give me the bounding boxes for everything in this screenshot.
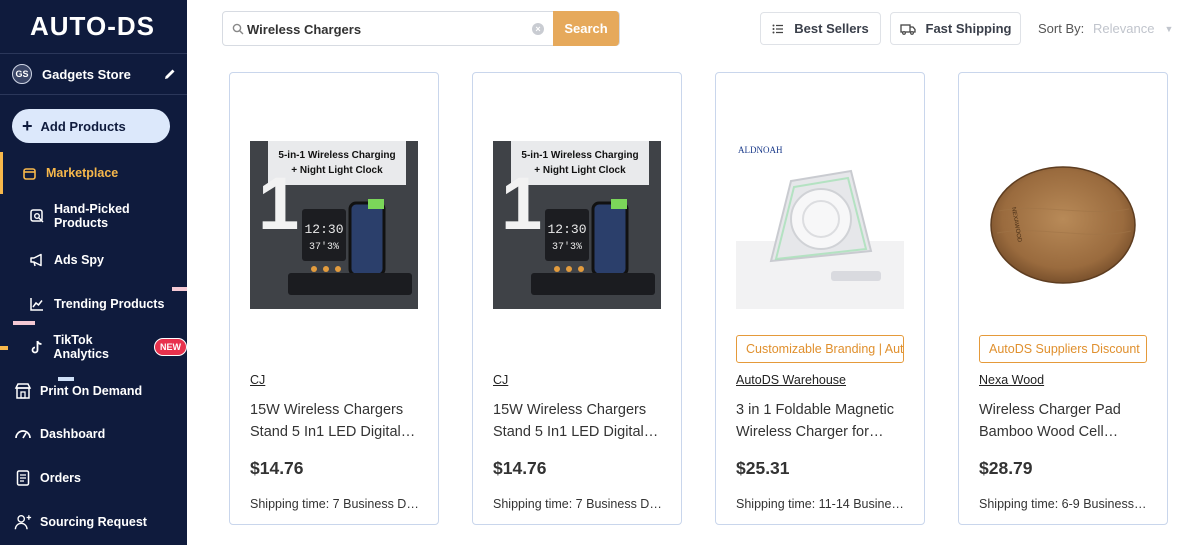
trend-chart-icon [28,295,46,313]
supplier-link[interactable]: CJ [250,373,265,387]
shipping-time: Shipping time: 7 Business Days [493,497,663,511]
sidebar-item-print-on-demand[interactable]: Print On Demand [0,377,187,405]
image-headline: 5-in-1 Wireless Charging [278,150,395,161]
chevron-down-icon: ▼ [1164,23,1174,34]
megaphone-icon [28,251,46,269]
product-price: $25.31 [736,458,790,478]
product-image[interactable]: ALDNOAH [736,141,904,309]
product-image[interactable]: 1 5-in-1 Wireless Charging + Night Light… [250,141,418,309]
image-clock-secondary: 37'3% [309,241,339,253]
product-card[interactable]: NEXAWOOD AutoDS Suppliers Discount Nexa … [958,72,1168,525]
sourcing-user-icon [14,513,32,531]
store-avatar: GS [12,64,32,84]
supplier-link[interactable]: AutoDS Warehouse [736,373,846,387]
fast-shipping-filter[interactable]: Fast Shipping [890,12,1021,45]
supplier-link[interactable]: CJ [493,373,508,387]
sidebar-item-orders[interactable]: Orders [0,464,187,492]
image-headline: 5-in-1 Wireless Charging [521,150,638,161]
sidebar-item-label: Trending Products [54,297,165,311]
new-badge: NEW [154,338,187,356]
product-price: $14.76 [493,458,547,478]
shipping-time: Shipping time: 11-14 Business Days [736,497,906,511]
image-clock-secondary: 37'3% [552,241,582,253]
fast-shipping-label: Fast Shipping [925,21,1012,36]
image-clock: 12:30 [547,222,586,237]
image-subheadline: + Night Light Clock [291,165,383,176]
sidebar-item-label: Ads Spy [54,253,105,267]
sort-by-label: Sort By: [1038,21,1085,36]
best-sellers-filter[interactable]: Best Sellers [760,12,881,45]
decorative-mark [172,287,187,291]
sort-select[interactable]: Relevance ▼ [1093,21,1173,36]
search-button[interactable]: Search [553,11,619,46]
decorative-mark [58,377,74,381]
product-tag: AutoDS Suppliers Discount [979,335,1147,363]
app-window: AUTO-DS GS Gadgets Store + Add Products … [0,0,1200,545]
sort-select-value: Relevance [1093,21,1155,36]
print-store-icon [14,382,32,400]
search-icon [232,23,244,35]
sidebar: AUTO-DS GS Gadgets Store + Add Products … [0,0,187,545]
sidebar-item-marketplace[interactable]: Marketplace [0,159,187,187]
store-icon [20,164,38,182]
product-title[interactable]: Wireless Charger Pad Bamboo Wood Cell Ph… [979,400,1147,443]
search-input[interactable] [247,18,537,40]
product-title[interactable]: 15W Wireless Chargers Stand 5 In1 LED Di… [493,400,661,443]
image-brand: ALDNOAH [738,145,783,155]
best-sellers-label: Best Sellers [794,21,869,36]
list-icon [772,23,784,35]
tiktok-icon [28,338,45,356]
hand-picked-icon [28,207,46,225]
sidebar-item-hand-picked-products[interactable]: Hand-Picked Products [0,202,187,230]
product-title[interactable]: 15W Wireless Chargers Stand 5 In1 LED Di… [250,400,418,443]
decorative-mark [13,321,35,325]
sidebar-item-trending-products[interactable]: Trending Products [0,290,187,318]
add-products-button[interactable]: + Add Products [12,109,170,143]
sidebar-item-ads-spy[interactable]: Ads Spy [0,246,187,274]
sidebar-item-label: Hand-Picked Products [53,202,130,230]
sidebar-divider [0,53,187,54]
product-image[interactable]: 1 5-in-1 Wireless Charging + Night Light… [493,141,661,309]
store-name: Gadgets Store [42,66,131,82]
sidebar-item-label: Dashboard [40,427,106,441]
product-image[interactable]: NEXAWOOD [979,141,1147,309]
product-card[interactable]: 1 5-in-1 Wireless Charging + Night Light… [472,72,682,525]
sidebar-item-label: Marketplace [46,166,119,180]
clipboard-icon [14,469,32,487]
product-price: $28.79 [979,458,1033,478]
store-selector[interactable]: GS Gadgets Store [12,64,177,84]
product-title[interactable]: 3 in 1 Foldable Magnetic Wireless Charge… [736,400,904,443]
sidebar-item-label: Sourcing Request [40,515,147,529]
shipping-time: Shipping time: 6-9 Business Days [979,497,1149,511]
shipping-time: Shipping time: 7 Business Days [250,497,420,511]
gauge-icon [14,425,32,443]
clear-search-icon[interactable]: × [532,23,544,35]
sidebar-item-dashboard[interactable]: Dashboard [0,420,187,448]
sidebar-item-label: Orders [40,471,81,485]
sidebar-item-tiktok-analytics[interactable]: TikTok Analytics NEW [0,333,187,361]
sidebar-divider [0,94,187,95]
product-card[interactable]: 1 5-in-1 Wireless Charging + Night Light… [229,72,439,525]
truck-icon [899,23,916,35]
supplier-link[interactable]: Nexa Wood [979,373,1044,387]
image-clock: 12:30 [304,222,343,237]
sidebar-item-label: Print On Demand [40,384,143,398]
product-card[interactable]: ALDNOAH Customizable Branding | AutoDS A… [715,72,925,525]
product-tag: Customizable Branding | AutoDS [736,335,904,363]
plus-icon: + [22,116,33,136]
decorative-mark [0,346,8,350]
image-subheadline: + Night Light Clock [534,165,626,176]
product-price: $14.76 [250,458,304,478]
autods-logo[interactable]: AUTO-DS [30,8,155,44]
pencil-icon[interactable] [163,67,177,81]
sidebar-item-sourcing-request[interactable]: Sourcing Request [0,508,187,536]
add-products-label: Add Products [40,118,126,134]
sidebar-item-label: TikTok Analytics [53,333,110,361]
